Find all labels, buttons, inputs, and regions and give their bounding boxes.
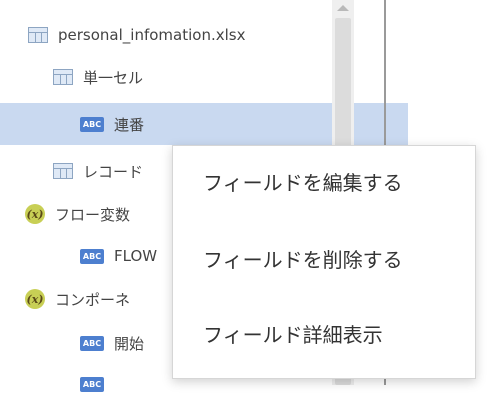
menu-item-delete-field[interactable]: フィールドを削除する	[173, 228, 475, 288]
variable-icon: (x)	[25, 289, 45, 309]
tree-item-label: 単一セル	[83, 68, 144, 87]
menu-item-field-details[interactable]: フィールド詳細表示	[173, 303, 475, 363]
tree-item-label: レコード	[83, 162, 144, 181]
table-icon	[53, 163, 73, 179]
abc-icon: ABC	[80, 335, 104, 351]
tree-item-label: 開始	[114, 334, 145, 353]
tree-item-single-cell[interactable]: 単一セル	[0, 56, 381, 98]
tree-item-workbook[interactable]: personal_infomation.xlsx	[0, 14, 356, 56]
tree-item-label: フロー変数	[55, 205, 131, 224]
abc-icon: ABC	[80, 376, 104, 392]
tree-item-label: 連番	[114, 115, 145, 134]
scroll-up-arrow-icon[interactable]	[337, 5, 349, 11]
variable-icon: (x)	[25, 204, 45, 224]
abc-icon: ABC	[80, 248, 104, 264]
tree-item-label: FLOW	[114, 247, 158, 265]
tree-item-label: personal_infomation.xlsx	[58, 26, 246, 44]
menu-item-edit-field[interactable]: フィールドを編集する	[173, 151, 475, 211]
abc-icon: ABC	[80, 116, 104, 132]
tree-item-label: コンポーネ	[55, 290, 131, 309]
table-icon	[53, 69, 73, 85]
context-menu: フィールドを編集する フィールドを削除する フィールド詳細表示	[172, 145, 476, 379]
table-icon	[28, 27, 48, 43]
